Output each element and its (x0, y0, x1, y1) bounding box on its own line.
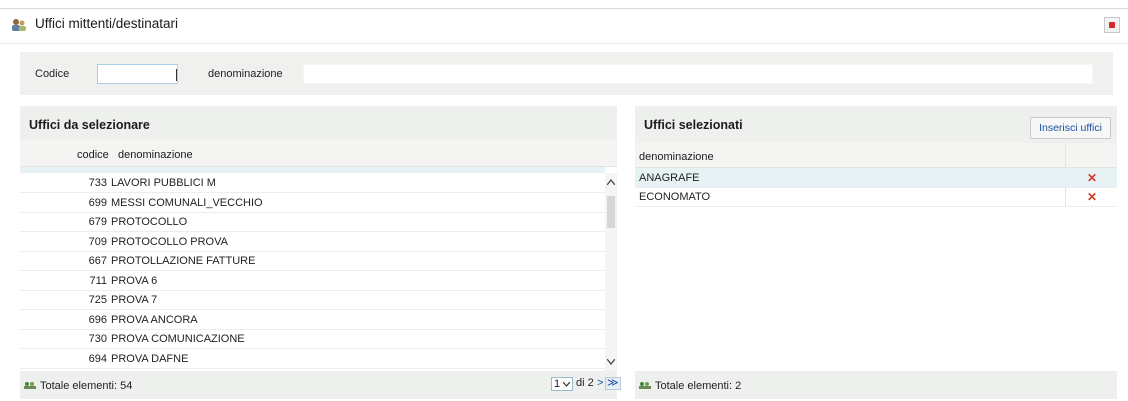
row-codice: 730 (88, 333, 107, 345)
codice-label: Codice (35, 68, 70, 80)
row-codice: 725 (88, 294, 107, 306)
row-denominazione: PROVA COMUNICAZIONE (111, 333, 245, 345)
table-row[interactable]: 699 MESSI COMUNALI_VECCHIO (20, 193, 605, 213)
available-offices-grid: codice denominazione 733 LAVORI PUBBLICI … (20, 140, 617, 371)
page-of-label: di 2 (576, 377, 594, 389)
chevron-down-icon (563, 382, 570, 387)
delete-x-icon[interactable]: ✕ (1086, 172, 1098, 184)
search-filter-bar: Codice denominazione (20, 52, 1113, 95)
last-page-link[interactable]: ≫ (605, 377, 621, 390)
row-codice: 699 (88, 196, 107, 209)
panel-title: Uffici selezionati (644, 118, 743, 132)
row-denominazione: PROTOCOLLO PROVA (111, 235, 228, 248)
column-header-denominazione[interactable]: denominazione (639, 151, 714, 163)
table-row[interactable]: 725 PROVA 7 (20, 290, 605, 310)
row-denominazione: PROVA 7 (111, 294, 158, 306)
office-people-icon (12, 19, 26, 31)
table-row[interactable]: 696 PROVA ANCORA (20, 310, 605, 330)
row-codice: 733 (88, 177, 107, 189)
grid-footer: Totale elementi: 54 1 di 2 > ≫ (20, 372, 621, 398)
column-header-codice[interactable]: codice (77, 149, 109, 161)
row-denominazione: LAVORI PUBBLICI M (111, 177, 216, 189)
page-select[interactable]: 1 (551, 377, 573, 391)
close-red-icon[interactable] (1104, 17, 1120, 33)
text-cursor (176, 69, 177, 81)
codice-input[interactable] (97, 64, 178, 84)
grid-footer: Totale elementi: 2 (635, 372, 1117, 398)
window-header: Uffici mittenti/destinatari (10, 14, 1120, 36)
row-codice: 667 (88, 255, 107, 267)
available-offices-panel: Uffici da selezionare codice denominazio… (20, 106, 621, 399)
row-denominazione: PROVA DAFNE (111, 352, 189, 365)
total-count: Totale elementi: 2 (655, 380, 742, 392)
page-title: Uffici mittenti/destinatari (35, 16, 179, 31)
table-row[interactable]: 667 PROTOLLAZIONE FATTURE (20, 251, 605, 271)
panel-title: Uffici da selezionare (29, 118, 150, 132)
scrollbar-thumb[interactable] (607, 196, 615, 228)
group-icon (639, 382, 651, 389)
selected-offices-panel: Uffici selezionati Inserisci uffici deno… (635, 106, 1117, 399)
table-row[interactable]: 733 LAVORI PUBBLICI M (20, 173, 605, 193)
next-page-link[interactable]: > (597, 377, 603, 389)
chevron-down-icon[interactable] (607, 359, 615, 365)
scrollbar[interactable] (605, 173, 617, 371)
table-row[interactable]: ECONOMATO ✕ (635, 187, 1117, 207)
selected-offices-grid: denominazione ANAGRAFE ✕ ECONOMATO ✕ (635, 143, 1117, 371)
table-row[interactable]: 679 PROTOCOLLO (20, 212, 605, 232)
total-count: Totale elementi: 54 (40, 380, 133, 392)
row-denominazione: PROVA ANCORA (111, 313, 198, 326)
column-header-denominazione[interactable]: denominazione (118, 149, 193, 161)
divider (0, 43, 1128, 44)
group-icon (24, 382, 36, 389)
grid-header: denominazione (635, 143, 1117, 168)
row-denominazione: ANAGRAFE (639, 172, 700, 184)
denominazione-input[interactable] (303, 64, 1093, 84)
table-row[interactable]: 730 PROVA COMUNICAZIONE (20, 329, 605, 349)
row-codice: 711 (89, 274, 107, 287)
grid-header: codice denominazione (20, 140, 617, 167)
row-denominazione: ECONOMATO (639, 191, 711, 203)
row-codice: 679 (88, 216, 107, 228)
row-denominazione: PROTOCOLLO (111, 216, 188, 228)
row-denominazione: PROVA 6 (111, 274, 158, 287)
row-codice: 709 (88, 235, 107, 248)
top-border (0, 8, 1128, 9)
row-denominazione: MESSI COMUNALI_VECCHIO (111, 196, 263, 209)
table-row[interactable]: ANAGRAFE ✕ (635, 168, 1117, 188)
denominazione-label: denominazione (208, 68, 283, 80)
delete-x-icon[interactable]: ✕ (1086, 191, 1098, 203)
table-row[interactable]: 709 PROTOCOLLO PROVA (20, 232, 605, 252)
chevron-up-icon[interactable] (607, 179, 615, 185)
row-denominazione: PROTOLLAZIONE FATTURE (111, 255, 256, 267)
table-row[interactable]: 694 PROVA DAFNE (20, 349, 605, 369)
row-codice: 696 (88, 313, 107, 326)
insert-offices-button[interactable]: Inserisci uffici (1030, 117, 1111, 139)
row-codice: 694 (88, 352, 107, 365)
table-row[interactable]: 711 PROVA 6 (20, 271, 605, 291)
